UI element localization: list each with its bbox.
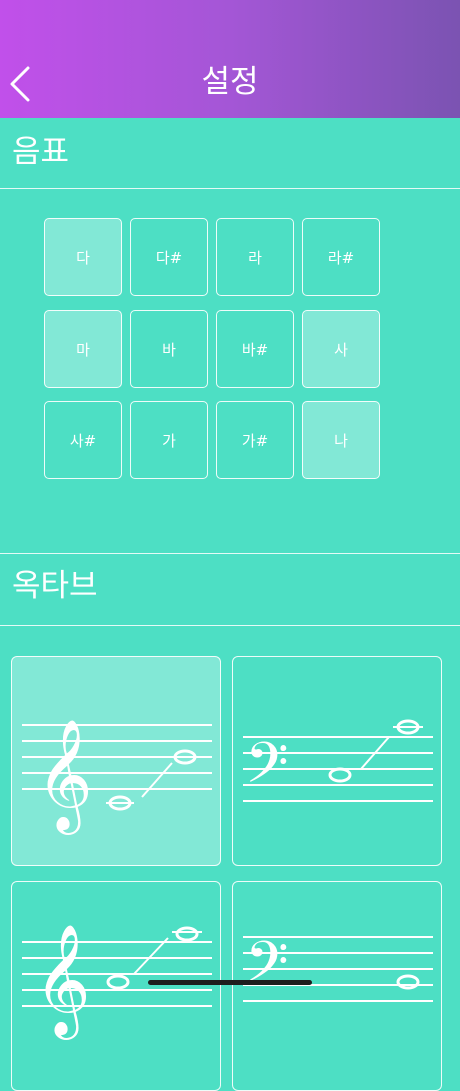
notes-section-title: 음표: [12, 134, 70, 170]
treble-clef-icon: 𝄞: [34, 923, 91, 1040]
note-button-da[interactable]: 다: [44, 218, 122, 296]
note-label: 가#: [241, 431, 269, 450]
page-title: 설정: [201, 64, 259, 100]
home-indicator[interactable]: [148, 980, 312, 985]
note-label: 바#: [241, 340, 269, 359]
note-label: 가: [162, 431, 176, 450]
note-button-ga-sharp[interactable]: 가#: [216, 401, 294, 479]
treble-staff-icon: 𝄞: [22, 718, 212, 835]
octave-divider-bottom: [0, 625, 460, 626]
note-button-da-sharp[interactable]: 다#: [130, 218, 208, 296]
note-button-sa-sharp[interactable]: 사#: [44, 401, 122, 479]
octave-option-bass-1[interactable]: 𝄢: [232, 656, 442, 866]
octave-option-bass-2[interactable]: 𝄢: [232, 881, 442, 1091]
bass-clef-icon: 𝄢: [245, 930, 289, 1009]
note-button-ra[interactable]: 라: [216, 218, 294, 296]
note-label: 사: [334, 340, 348, 359]
octave-section-title: 옥타브: [12, 568, 98, 604]
notes-divider-top: [0, 188, 460, 189]
note-button-ga[interactable]: 가: [130, 401, 208, 479]
treble-clef-icon: 𝄞: [36, 718, 93, 835]
note-button-ba[interactable]: 바: [130, 310, 208, 388]
note-label: 라#: [327, 248, 355, 267]
note-button-ra-sharp[interactable]: 라#: [302, 218, 380, 296]
note-label: 바: [162, 340, 176, 359]
note-label: 나: [334, 431, 348, 450]
note-button-ma[interactable]: 마: [44, 310, 122, 388]
treble-staff-icon: 𝄞: [22, 923, 212, 1040]
note-label: 다#: [155, 248, 183, 267]
note-label: 마: [76, 340, 90, 359]
note-label: 다: [76, 248, 90, 267]
octave-option-treble-2[interactable]: 𝄞: [11, 881, 221, 1091]
note-label: 라: [248, 248, 262, 267]
octave-divider-top: [0, 553, 460, 554]
note-button-na[interactable]: 나: [302, 401, 380, 479]
note-grid: 다 다# 라 라# 마 바 바# 사 사# 가 가# 나: [44, 218, 382, 482]
octave-option-treble-1[interactable]: 𝄞: [11, 656, 221, 866]
bass-staff-icon: 𝄢: [243, 719, 433, 810]
note-label: 사#: [69, 431, 97, 450]
bass-staff-icon: 𝄢: [243, 930, 433, 1009]
note-button-sa[interactable]: 사: [302, 310, 380, 388]
note-button-ba-sharp[interactable]: 바#: [216, 310, 294, 388]
navigation-header: 설정: [0, 0, 460, 118]
bass-clef-icon: 𝄢: [245, 731, 289, 810]
